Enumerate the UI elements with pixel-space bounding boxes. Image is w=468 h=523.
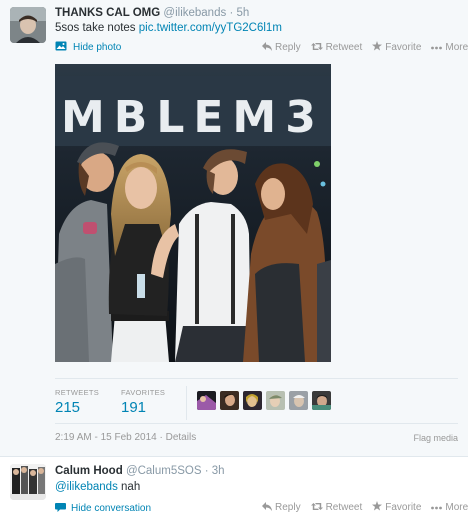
tweet-timestamp: 2:19 AM - 15 Feb 2014 · Details [55,432,196,443]
photo-banner-text: MBLEM3 [61,92,325,143]
tweet-actions: Reply Retweet Favorite More [262,41,468,54]
favoriter-avatar[interactable] [243,391,262,410]
stats-bottom-divider [55,423,458,424]
timestamp-text[interactable]: 2:19 AM - 15 Feb 2014 [55,432,157,443]
author-username[interactable]: @Calum5SOS [126,465,202,477]
tweet-media-link[interactable]: pic.twitter.com/yyTG2C6l1m [139,22,282,34]
stats-separator [186,386,187,420]
favorite-label: Favorite [385,42,422,53]
retweets-stat[interactable]: RETWEETS 215 [55,388,99,416]
favorite-label: Favorite [385,502,422,513]
conversation-icon [55,502,66,515]
more-icon [431,502,443,513]
flag-media-link[interactable]: Flag media [413,433,458,443]
favorites-count: 191 [121,399,147,416]
hide-conversation-label: Hide conversation [71,503,152,514]
favoriter-avatar[interactable] [220,391,239,410]
reply-button[interactable]: Reply [262,41,301,54]
hide-photo-link[interactable]: Hide photo [55,41,121,54]
hide-conversation-link[interactable]: Hide conversation [55,502,151,515]
retweet-button[interactable]: Retweet [310,41,363,54]
more-icon [431,42,443,53]
favorite-button[interactable]: Favorite [372,501,421,514]
favorites-label: FAVORITES [121,388,166,397]
reply-label: Reply [275,502,301,513]
retweet-icon [310,502,323,514]
more-button[interactable]: More [431,41,468,54]
hide-photo-label: Hide photo [73,42,122,53]
retweet-label: Retweet [325,42,363,53]
tweet-time[interactable]: 3h [212,465,225,477]
tweet-text: @ilikebands nah [55,481,140,493]
stats-top-divider [55,378,458,379]
more-label: More [445,42,468,53]
reply-icon [262,501,272,514]
expanded-tweet: THANKS CAL OMG @ilikebands · 5h 5sos tak… [0,0,468,457]
tweet-text: 5sos take notes pic.twitter.com/yyTG2C6l… [55,22,282,34]
retweets-label: RETWEETS [55,388,100,397]
mention-link[interactable]: @ilikebands [55,481,118,493]
tweet-header: THANKS CAL OMG @ilikebands · 5h [55,7,249,19]
favoriter-avatar[interactable] [197,391,216,410]
favorite-icon [372,41,383,54]
author-fullname[interactable]: THANKS CAL OMG [55,7,160,19]
more-button[interactable]: More [431,501,468,514]
separator-dot: · [229,7,234,19]
retweet-label: Retweet [325,502,363,513]
author-username[interactable]: @ilikebands [163,7,226,19]
author-fullname[interactable]: Calum Hood [55,465,123,477]
photo-icon [55,41,67,54]
favoriter-avatar[interactable] [289,391,308,410]
separator-dot: · [204,465,209,477]
tweet-actions: Reply Retweet Favorite More [262,501,468,514]
retweet-button[interactable]: Retweet [310,501,363,514]
tweet-time[interactable]: 5h [236,7,249,19]
reply-label: Reply [275,42,301,53]
tweet-header: Calum Hood @Calum5SOS · 3h [55,465,225,477]
avatar[interactable] [10,7,46,43]
tweet-text-body: nah [117,481,141,493]
retweets-count: 215 [55,399,81,416]
more-label: More [445,502,468,513]
tweet-text-body: 5sos take notes [55,22,139,34]
favorite-button[interactable]: Favorite [372,41,421,54]
favoriter-avatars [197,391,331,410]
avatar[interactable] [10,464,46,500]
reply-tweet: Calum Hood @Calum5SOS · 3h @ilikebands n… [0,458,468,523]
details-link[interactable]: Details [166,432,197,443]
tweet-photo[interactable]: MBLEM3 [55,64,331,362]
favorites-stat[interactable]: FAVORITES 191 [121,388,165,416]
retweet-icon [310,42,323,54]
favorite-icon [372,501,383,514]
reply-icon [262,41,272,54]
favoriter-avatar[interactable] [312,391,331,410]
reply-button[interactable]: Reply [262,501,301,514]
favoriter-avatar[interactable] [266,391,285,410]
